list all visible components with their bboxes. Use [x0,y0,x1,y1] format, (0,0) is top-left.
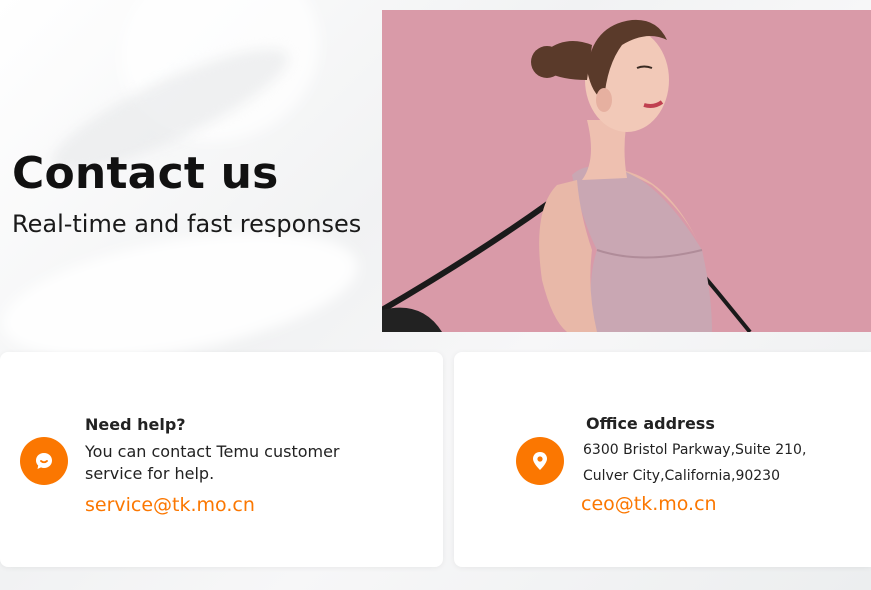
help-card: Need help? You can contact Temu customer… [0,352,443,567]
office-email-link[interactable]: ceo@tk.mo.cn [581,493,717,515]
hero-image [382,10,871,332]
support-email-link[interactable]: service@tk.mo.cn [85,494,255,516]
office-heading: Office address [586,414,715,433]
help-text-line2: service for help. [85,464,215,483]
contact-page: Contact us Real-time and fast responses [0,0,871,590]
office-card: Office address 6300 Bristol Parkway,Suit… [454,352,871,567]
help-text-line1: You can contact Temu customer [85,442,340,461]
office-address-line1: 6300 Bristol Parkway,Suite 210, [583,442,807,458]
office-address-line2: Culver City,California,90230 [583,468,780,484]
location-pin-icon [516,437,564,485]
help-heading: Need help? [85,415,186,434]
page-title: Contact us [12,148,279,199]
page-subtitle: Real-time and fast responses [12,210,362,238]
chat-bubble-icon [20,437,68,485]
